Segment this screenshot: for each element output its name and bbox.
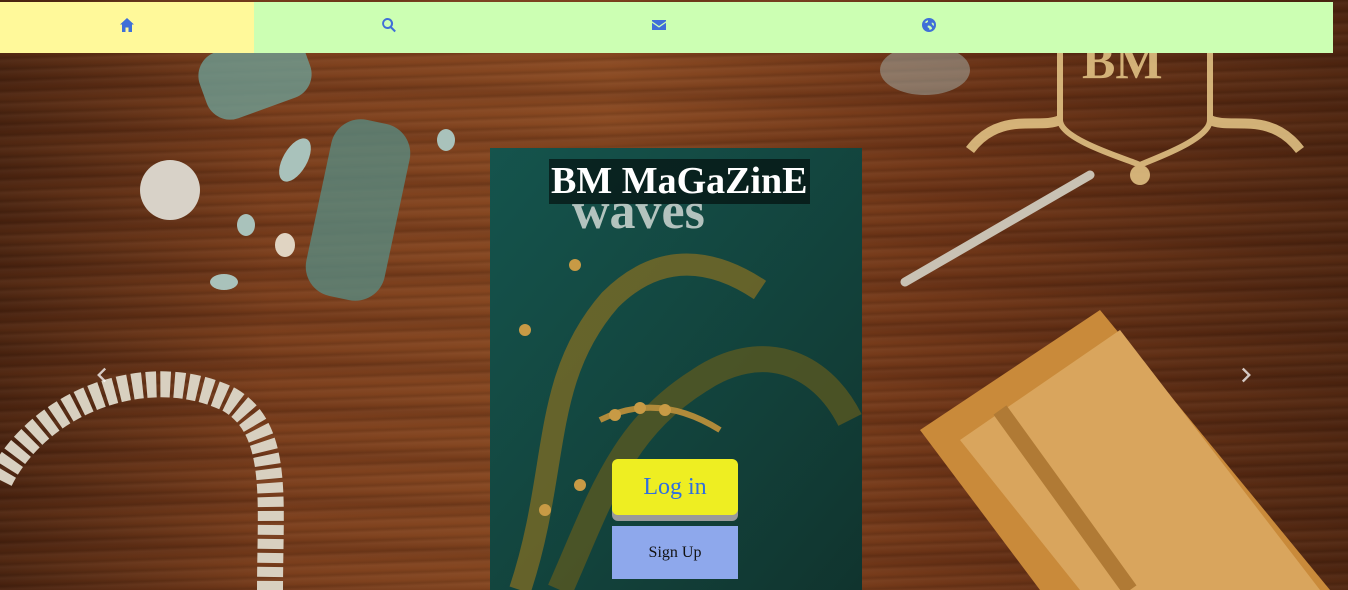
home-icon (119, 17, 135, 38)
nav-mail[interactable] (524, 2, 794, 53)
top-navbar (0, 2, 1333, 53)
carousel-prev-button[interactable] (86, 360, 116, 394)
carousel-next-button[interactable] (1232, 360, 1262, 394)
signup-button[interactable]: Sign Up (612, 526, 738, 579)
chevron-right-icon (1238, 366, 1256, 389)
magazine-cover-image: waves (490, 148, 862, 590)
nav-home[interactable] (0, 2, 254, 53)
site-title: BM MaGaZinE (549, 159, 810, 204)
login-button[interactable]: Log in (612, 459, 738, 515)
chevron-left-icon (92, 366, 110, 389)
nav-search[interactable] (254, 2, 524, 53)
nav-globe[interactable] (794, 2, 1064, 53)
globe-icon (921, 17, 937, 38)
search-icon (381, 17, 397, 38)
envelope-icon (651, 17, 667, 38)
